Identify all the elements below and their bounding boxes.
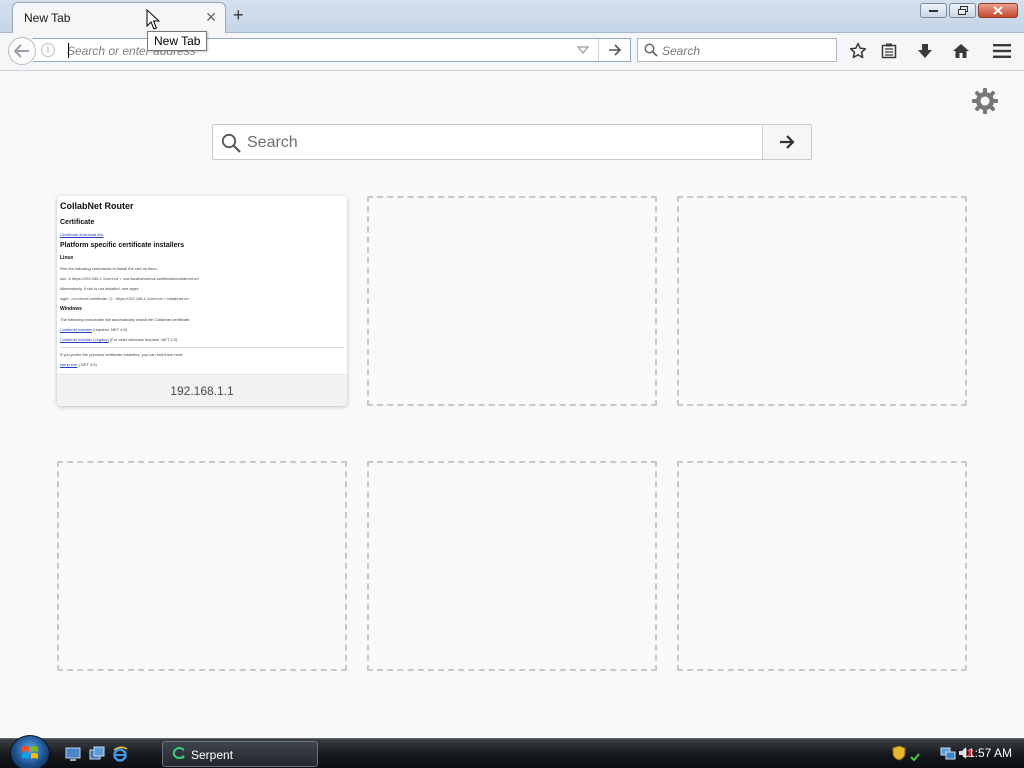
dropdown-icon[interactable] — [577, 45, 589, 55]
plus-icon[interactable]: + — [233, 5, 244, 25]
thumbnail-link: setup.exe — [60, 362, 78, 367]
go-button[interactable] — [598, 39, 630, 61]
thumbnail-row: setup.exe (.NET 4.5) — [60, 362, 344, 367]
url-input[interactable] — [67, 42, 547, 60]
empty-tile-placeholder — [367, 461, 657, 671]
thumbnail-heading: CollabNet Router — [60, 201, 134, 211]
thumbnail-text: wget --no-check-certificate -O - https:/… — [60, 296, 189, 301]
search-input[interactable] — [662, 42, 832, 60]
thumbnail-text: If you prefer the previous certificate i… — [60, 352, 184, 357]
tile-caption[interactable]: 192.168.1.1 — [57, 374, 347, 406]
switch-windows-icon[interactable] — [89, 746, 105, 762]
site-thumbnail: CollabNet Router Certificate Certificate… — [57, 196, 347, 374]
text-caret — [68, 43, 69, 58]
window-controls — [920, 3, 1018, 18]
newtab-search-go-button[interactable] — [762, 125, 811, 159]
empty-tile-placeholder — [57, 461, 347, 671]
empty-tile-placeholder — [677, 196, 967, 406]
download-icon[interactable] — [914, 40, 936, 62]
thumbnail-text: (.NET 4.5) — [78, 362, 97, 367]
newtab-search-input[interactable] — [247, 132, 757, 154]
network-icon[interactable] — [940, 745, 956, 761]
close-icon[interactable]: ✕ — [205, 9, 217, 25]
show-desktop-icon[interactable] — [65, 746, 81, 762]
tab-tooltip: New Tab — [147, 31, 208, 51]
url-bar[interactable]: i — [33, 38, 631, 62]
thumbnail-row: Collabnet Installer (Legacy) (For older … — [60, 337, 344, 342]
thumbnail-text: The following executable will automatica… — [60, 317, 191, 322]
shield-icon[interactable] — [892, 745, 906, 761]
windows-taskbar: Serpent 11:57 AM — [0, 735, 1024, 768]
thumbnail-text: (For older windows requires .NET 2.0) — [109, 337, 178, 342]
thumbnail-linux-heading: Linux — [60, 255, 74, 261]
star-icon[interactable] — [847, 40, 869, 62]
thumbnail-link: Collabnet Installer — [60, 327, 93, 332]
thumbnail-row: Collabnet Installer (requires .NET 4.5) — [60, 327, 344, 332]
maximize-icon[interactable] — [949, 3, 976, 18]
tab-new-tab[interactable]: New Tab ✕ — [12, 2, 226, 33]
taskbar-button-label: Serpent — [191, 748, 234, 762]
close-window-button[interactable] — [978, 3, 1018, 18]
thumbnail-link: Certificate download link — [60, 232, 104, 237]
thumbnail-text: Run the following commands to install th… — [60, 266, 158, 271]
taskbar-button-serpent[interactable]: Serpent — [162, 741, 318, 767]
back-arrow-icon — [14, 44, 29, 58]
tab-title: New Tab — [24, 11, 71, 25]
gear-icon[interactable] — [970, 86, 1000, 116]
windows-orb-icon[interactable] — [10, 735, 50, 768]
thumbnail-text: (requires .NET 4.5) — [93, 327, 128, 332]
empty-tile-placeholder — [367, 196, 657, 406]
arrow-right-icon — [608, 44, 621, 56]
thumbnail-link: Collabnet Installer (Legacy) — [60, 337, 109, 342]
mouse-cursor-icon — [146, 9, 160, 30]
ie-icon[interactable] — [112, 746, 128, 762]
system-tray: 11:57 AM — [870, 739, 1024, 768]
thumbnail-text: Alternatively, if curl is not installed,… — [60, 286, 140, 291]
taskbar-clock[interactable]: 11:57 AM — [962, 746, 1012, 760]
serpent-icon — [172, 747, 185, 759]
top-site-tile[interactable]: CollabNet Router Certificate Certificate… — [57, 196, 347, 406]
search-icon — [644, 43, 658, 57]
minimize-icon[interactable] — [920, 3, 947, 18]
thumbnail-text: curl -k https://192.168.1.1/cert.crt > /… — [60, 276, 199, 281]
thumbnail-windows-heading: Windows — [60, 306, 82, 312]
thumbnail-subheading: Certificate — [60, 219, 95, 226]
home-icon[interactable] — [950, 40, 972, 62]
newtab-search-box[interactable] — [212, 124, 812, 160]
thumbnail-divider — [60, 347, 344, 348]
reading-list-icon[interactable] — [878, 40, 900, 62]
empty-tile-placeholder — [677, 461, 967, 671]
check-icon — [910, 753, 920, 762]
search-bar[interactable] — [637, 38, 837, 62]
arrow-right-icon — [780, 135, 795, 149]
back-button[interactable] — [8, 37, 36, 65]
menu-icon[interactable] — [991, 40, 1013, 62]
search-icon — [221, 133, 241, 153]
thumbnail-section: Platform specific certificate installers — [60, 242, 185, 249]
info-icon[interactable]: i — [41, 43, 55, 57]
new-tab-page: CollabNet Router Certificate Certificate… — [0, 72, 1024, 738]
